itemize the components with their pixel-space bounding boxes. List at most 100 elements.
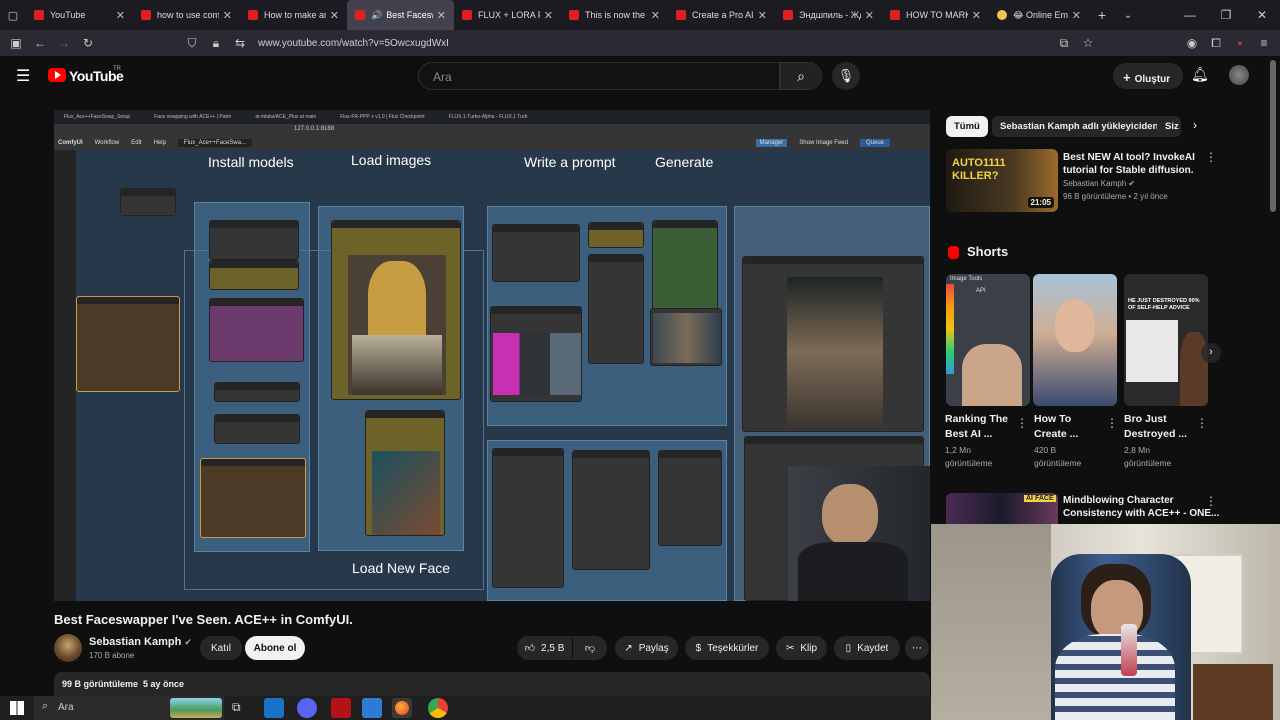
close-tab-icon[interactable]: ✕ [758,9,767,22]
related-video-thumbnail[interactable]: AI FACE [946,493,1058,524]
related-video-thumbnail[interactable]: AUTO1111 KILLER? 21:05 [946,149,1058,212]
clip-button[interactable]: ✂ Klip [776,636,827,660]
sidebar-toggle-icon[interactable]: ▣ [4,36,28,50]
short-thumbnail[interactable]: Image Tools API [946,274,1030,406]
related-video-title[interactable]: Mindblowing Character Consistency with A… [1063,494,1219,520]
close-tab-icon[interactable]: ✕ [651,9,660,22]
close-window-icon[interactable]: ✕ [1244,8,1280,22]
restore-icon[interactable]: ❐ [1208,8,1244,22]
short-thumbnail[interactable] [1033,274,1117,406]
create-button[interactable]: + Oluştur [1113,63,1183,89]
video-player[interactable]: Flux_Ace++FaceSwap_Setup Face swapping w… [54,110,930,601]
join-button[interactable]: Katıl [200,636,242,660]
related-video-channel[interactable]: Sebastian Kamph ✔ [1063,178,1135,190]
notes-node [200,458,306,538]
short-title[interactable]: Bro Just Destroyed ... [1124,412,1187,442]
comfy-queue-button: Queue [859,139,890,147]
close-tab-icon[interactable]: ✕ [865,9,874,22]
video-title: Best Faceswapper I've Seen. ACE++ in Com… [54,612,353,627]
browser-tab[interactable]: Эндшпиль - Ждёш✕ [775,0,882,30]
discord-app-icon[interactable] [297,698,317,718]
chip-you[interactable]: Siz [1157,116,1181,137]
voice-search-button[interactable]: 🎙︎ [832,62,860,90]
close-tab-icon[interactable]: ✕ [330,9,339,22]
bookmark-star-icon[interactable]: ☆ [1076,36,1100,50]
dislike-button[interactable]: 👎︎ [573,636,607,660]
pip-icon[interactable]: ⧉ [1052,36,1076,51]
url-bar[interactable]: www.youtube.com/watch?v=5OwcxugdWxI [258,38,449,49]
video-options-icon[interactable]: ⋮ [1205,494,1217,508]
browser-tab[interactable]: 😂 Online Emoji✕ [989,0,1089,30]
browser-tab[interactable]: HOW TO MARKET Y✕ [882,0,989,30]
embedded-url-bar: 127.0.0.1:8188 [54,124,930,136]
minimize-icon[interactable]: — [1172,8,1208,22]
shorts-next-button[interactable]: › [1201,343,1221,363]
shield-icon[interactable]: ⛉ [180,36,204,51]
permissions-icon[interactable]: ⇆ [228,36,252,50]
short-title[interactable]: Ranking The Best AI ... [945,412,1008,442]
extension-badge-icon[interactable]: ▪ [1228,36,1252,50]
task-view-icon[interactable]: ⧉ [232,700,241,715]
search-input[interactable]: Ara [418,62,780,90]
notifications-bell-icon[interactable]: 🔔︎ [1191,66,1209,83]
browser-tab[interactable]: How to make an AI✕ [240,0,347,30]
short-options-icon[interactable]: ⋮ [1106,416,1118,430]
back-icon[interactable]: ← [28,36,52,50]
youtube-favicon-icon [569,10,579,20]
menu-icon[interactable]: ≡ [1252,36,1276,50]
video-options-icon[interactable]: ⋮ [1205,150,1217,164]
new-tab-icon[interactable]: + [1089,7,1115,23]
speaker-icon[interactable]: 🔊 [371,10,382,21]
extensions-icon[interactable]: ⧠ [1204,36,1228,51]
close-tab-icon[interactable]: ✕ [1072,9,1081,22]
page-scrollbar[interactable] [1270,60,1276,212]
search-button[interactable]: ⌕ [780,62,822,90]
tab-overflow-chevron-icon[interactable]: ⌄ [1115,10,1141,21]
outlook-app-icon[interactable] [264,698,284,718]
like-button[interactable]: 👍︎ 2,5 B [517,636,572,660]
short-title[interactable]: How To Create ... [1034,412,1078,442]
close-tab-icon[interactable]: ✕ [972,9,981,22]
channel-name[interactable]: Sebastian Kamph ✔ [89,636,192,648]
short-options-icon[interactable]: ⋮ [1016,416,1028,430]
related-video-title[interactable]: Best NEW AI tool? InvokeAI tutorial for … [1063,151,1195,177]
chip-from-uploader[interactable]: Sebastian Kamph adlı yükleyiciden [992,116,1167,137]
short-options-icon[interactable]: ⋮ [1196,416,1208,430]
chip-all[interactable]: Tümü [946,116,988,137]
thumbnail-text: AUTO1111 KILLER? [952,157,1006,182]
subscribe-button[interactable]: Abone ol [245,636,305,660]
workflow-node [572,450,650,570]
windows-start-icon[interactable] [10,701,24,715]
channel-avatar[interactable] [54,634,82,662]
lock-icon[interactable]: 🔒︎ [204,36,228,51]
browser-tab[interactable]: This is now the #1 A✕ [561,0,668,30]
close-tab-icon[interactable]: ✕ [437,9,446,22]
shorts-logo-icon [948,246,959,259]
save-button[interactable]: ▯ Kaydet [834,636,900,660]
close-tab-icon[interactable]: ✕ [116,9,125,22]
chips-next-chevron-icon[interactable]: › [1193,118,1197,132]
hamburger-menu-icon[interactable]: ☰ [16,66,30,86]
chrome-app-icon[interactable] [428,698,448,718]
browser-tab-active[interactable]: 🔊Best Faceswapp✕ [347,0,454,30]
firefox-app-icon[interactable] [392,698,412,718]
browser-tab[interactable]: FLUX + LORA Full C✕ [454,0,561,30]
short-thumbnail[interactable]: HE JUST DESTROYED 90% OF SELF-HELP ADVIC… [1124,274,1208,406]
reload-icon[interactable]: ↻ [76,36,100,50]
more-actions-button[interactable]: ⋯ [905,636,929,660]
share-button[interactable]: ↗ Paylaş [615,636,678,660]
tab-list-icon[interactable]: ▢ [0,9,26,22]
description-box[interactable]: 99 B görüntüleme 5 ay önce [54,672,930,696]
close-tab-icon[interactable]: ✕ [544,9,553,22]
youtube-logo-icon[interactable] [48,68,66,82]
account-icon[interactable]: ◉ [1180,36,1204,50]
browser-tab[interactable]: how to use comfyui✕ [133,0,240,30]
browser-tab[interactable]: YouTube ✕ [26,0,133,30]
user-avatar[interactable] [1229,65,1249,85]
close-tab-icon[interactable]: ✕ [223,9,232,22]
forward-icon[interactable]: → [52,36,76,50]
window-app-icon[interactable] [362,698,382,718]
red-app-icon[interactable] [331,698,351,718]
browser-tab[interactable]: Create a Pro AI Influ✕ [668,0,775,30]
thanks-button[interactable]: $ Teşekkürler [685,636,769,660]
